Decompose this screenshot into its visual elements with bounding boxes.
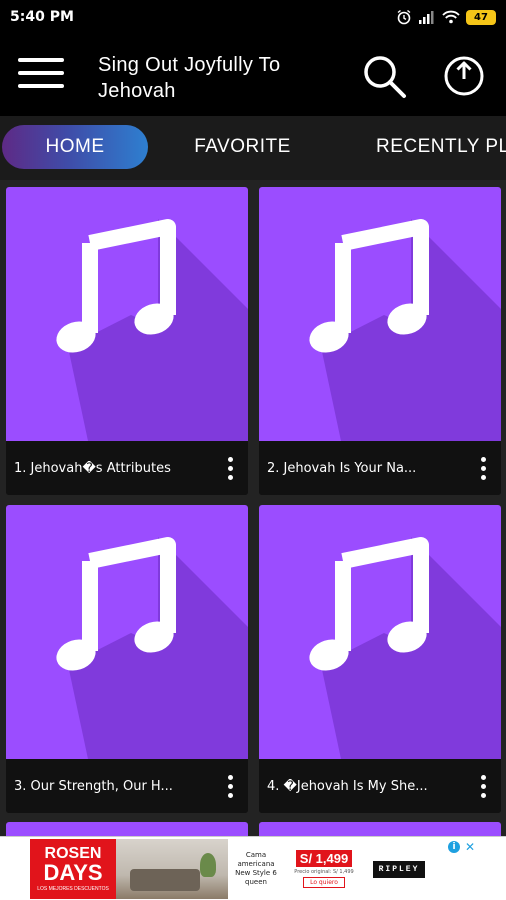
song-title: 4. �Jehovah Is My She... [267, 778, 428, 794]
menu-icon-bar [18, 84, 64, 88]
more-vert-icon [227, 456, 233, 462]
more-vert-icon [227, 792, 233, 798]
tab-home[interactable]: HOME [2, 125, 148, 169]
song-card-1[interactable]: 1. Jehovah�s Attributes [6, 187, 248, 495]
app-bar: Sing Out Joyfully To Jehovah [0, 34, 506, 116]
ad-price: S/ 1,499 [295, 850, 353, 867]
song-title: 3. Our Strength, Our H... [14, 778, 173, 794]
more-vert-icon [480, 474, 486, 480]
song-card-4[interactable]: 4. �Jehovah Is My She... [259, 505, 501, 813]
song-info: 4. �Jehovah Is My She... [259, 759, 501, 813]
ad-brand-line2: DAYS [43, 860, 103, 885]
menu-icon-bar [18, 58, 64, 62]
song-artwork [259, 187, 501, 441]
power-icon [444, 56, 484, 96]
song-grid: 1. Jehovah�s Attributes 2. Jehovah Is Yo… [0, 180, 506, 836]
song-artwork [6, 187, 248, 441]
music-note-icon [56, 219, 248, 441]
status-time: 5:40 PM [10, 9, 74, 25]
music-note-icon [56, 537, 248, 759]
more-options-button[interactable] [465, 759, 501, 813]
more-vert-icon [480, 774, 486, 780]
ad-price-block: S/ 1,499 Precio original: S/ 1,499 Lo qu… [284, 839, 364, 899]
info-icon[interactable]: i [448, 841, 460, 853]
more-vert-icon [480, 456, 486, 462]
ad-product-line1: Cama americana [237, 851, 275, 868]
song-artwork [6, 505, 248, 759]
ad-cta-button[interactable]: Lo quiero [303, 877, 345, 888]
song-info: 3. Our Strength, Our H... [6, 759, 248, 813]
ad-product-text: Cama americana New Style 6 queen [228, 839, 284, 899]
ad-content[interactable]: ROSEN DAYS LOS MEJORES DESCUENTOS Cama a… [30, 839, 478, 899]
more-options-button[interactable] [465, 441, 501, 495]
signal-icon [419, 11, 434, 24]
battery-indicator: 47 [466, 9, 496, 25]
more-options-button[interactable] [212, 759, 248, 813]
menu-button[interactable] [18, 56, 66, 92]
more-vert-icon [480, 783, 486, 789]
more-options-button[interactable] [212, 441, 248, 495]
app-title: Sing Out Joyfully To Jehovah [98, 54, 281, 102]
song-card-peek[interactable] [259, 822, 501, 836]
song-info: 2. Jehovah Is Your Na... [259, 441, 501, 495]
ad-store-logo: RIPLEY [364, 839, 434, 899]
song-artwork [259, 505, 501, 759]
more-vert-icon [227, 774, 233, 780]
power-button[interactable] [442, 54, 486, 98]
ad-original-price: Precio original: S/ 1,499 [294, 869, 354, 875]
more-vert-icon [227, 783, 233, 789]
song-card-2[interactable]: 2. Jehovah Is Your Na... [259, 187, 501, 495]
tab-recently-played[interactable]: RECENTLY PLAYED [376, 125, 506, 169]
close-icon[interactable]: ✕ [464, 841, 476, 853]
search-button[interactable] [360, 52, 408, 100]
more-vert-icon [480, 792, 486, 798]
music-note-icon [309, 219, 501, 441]
ad-store-name: RIPLEY [372, 860, 426, 878]
music-note-icon [309, 537, 501, 759]
search-icon [364, 56, 406, 98]
song-card-3[interactable]: 3. Our Strength, Our H... [6, 505, 248, 813]
ad-product-line2: New Style 6 [235, 869, 277, 877]
song-info: 1. Jehovah�s Attributes [6, 441, 248, 495]
tab-bar: HOME FAVORITE RECENTLY PLAYED [0, 116, 506, 180]
ad-controls: i ✕ [448, 841, 476, 853]
ad-photo-plant [200, 853, 216, 877]
ad-photo-sofa [130, 869, 200, 891]
tab-favorite[interactable]: FAVORITE [190, 125, 295, 169]
ad-brand-line3: LOS MEJORES DESCUENTOS [37, 886, 109, 892]
ad-product-photo [116, 839, 228, 899]
menu-icon-bar [18, 71, 64, 75]
more-vert-icon [227, 465, 233, 471]
more-vert-icon [480, 465, 486, 471]
ad-brand-logo: ROSEN DAYS LOS MEJORES DESCUENTOS [30, 839, 116, 899]
song-card-peek[interactable] [6, 822, 248, 836]
song-title: 2. Jehovah Is Your Na... [267, 460, 417, 476]
app-screen: 5:40 PM 47 Sing Out Joyfully To Jehovah … [0, 0, 506, 900]
song-title: 1. Jehovah�s Attributes [14, 460, 171, 476]
ad-product-line3: queen [245, 878, 267, 886]
wifi-icon [442, 10, 460, 24]
alarm-icon [397, 9, 411, 25]
more-vert-icon [227, 474, 233, 480]
status-bar: 5:40 PM 47 [0, 0, 506, 34]
status-icons: 47 [396, 9, 496, 25]
ad-banner[interactable]: ROSEN DAYS LOS MEJORES DESCUENTOS Cama a… [0, 836, 506, 900]
